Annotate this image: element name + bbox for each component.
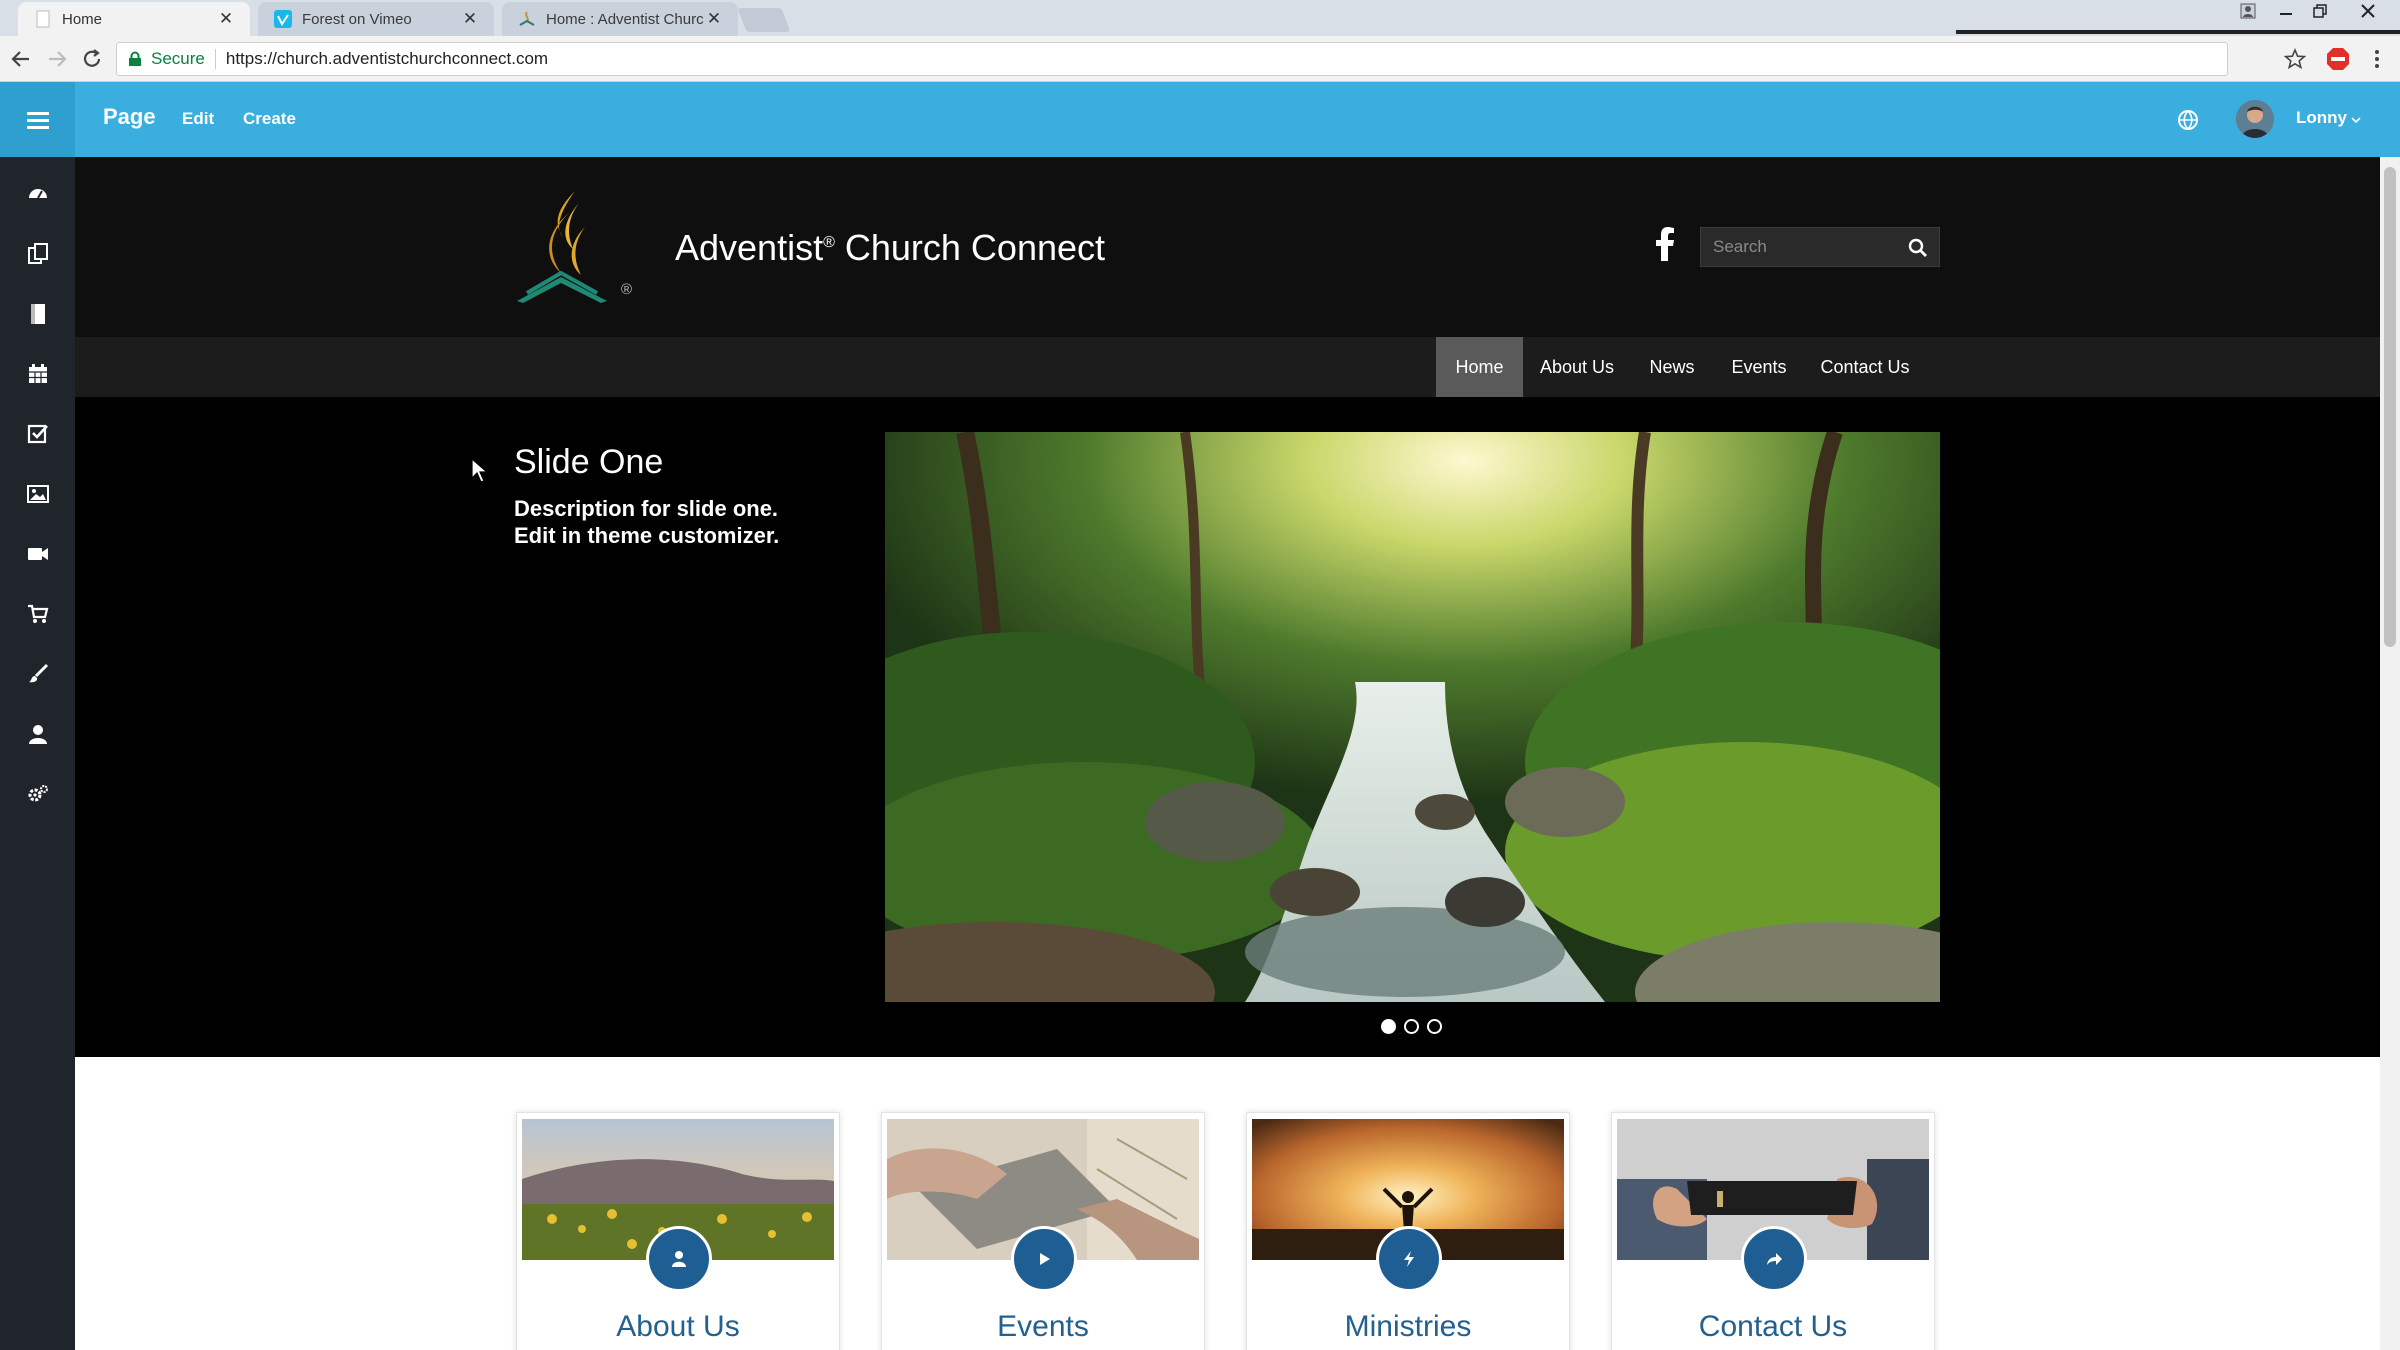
blank-page-icon	[36, 10, 50, 28]
nav-news[interactable]: News	[1631, 337, 1713, 397]
restore-icon[interactable]	[2304, 0, 2336, 22]
nav-contact-us[interactable]: Contact Us	[1805, 337, 1925, 397]
card-title: Events	[997, 1310, 1089, 1343]
vimeo-icon	[274, 10, 292, 28]
browser-tab-bar: Home ✕ Forest on Vimeo ✕ Home : Adventis…	[0, 0, 2400, 36]
close-window-icon[interactable]	[2352, 0, 2384, 22]
slide-image[interactable]	[885, 432, 1940, 1002]
edit-link[interactable]: Edit	[182, 109, 214, 129]
feature-card-events[interactable]: Events	[881, 1112, 1205, 1350]
feature-card-contact-us[interactable]: Contact Us	[1611, 1112, 1935, 1350]
adventist-logo-icon[interactable]	[513, 189, 613, 307]
card-badge[interactable]	[1741, 1226, 1807, 1292]
mouse-cursor-icon	[471, 458, 489, 483]
profile-icon[interactable]	[2232, 0, 2264, 22]
calendar-icon[interactable]	[26, 362, 50, 386]
close-icon[interactable]: ✕	[704, 9, 724, 29]
scrollbar-thumb[interactable]	[2384, 167, 2396, 647]
pages-icon[interactable]	[26, 242, 50, 266]
settings-icon[interactable]	[26, 782, 50, 806]
slider-dot-1[interactable]	[1381, 1019, 1396, 1034]
site-navigation: Home About Us News Events Contact Us	[75, 337, 2380, 397]
reload-icon[interactable]	[81, 48, 103, 70]
admin-sidebar	[0, 157, 75, 1350]
dashboard-icon[interactable]	[26, 182, 50, 206]
slider-dots	[1381, 1019, 1442, 1034]
slider-dot-2[interactable]	[1404, 1019, 1419, 1034]
browser-menu-icon[interactable]	[2366, 48, 2388, 70]
card-badge[interactable]	[1011, 1226, 1077, 1292]
website-content: ® Adventist® Church Connect Home About U…	[75, 157, 2380, 1350]
feature-card-ministries[interactable]: Ministries	[1246, 1112, 1570, 1350]
hamburger-menu-icon[interactable]	[0, 82, 75, 157]
hero-slider: Slide One Description for slide one. Edi…	[75, 397, 2380, 1057]
search-icon[interactable]	[1907, 237, 1929, 259]
checklist-icon[interactable]	[26, 422, 50, 446]
minimize-icon[interactable]	[2270, 0, 2302, 22]
site-name-text: Adventist	[675, 227, 824, 268]
registered-mark: ®	[621, 281, 633, 298]
site-header: ® Adventist® Church Connect	[75, 157, 2380, 337]
browser-tab-adventist[interactable]: Home : Adventist Church Connect ✕	[502, 2, 738, 36]
card-title: Contact Us	[1698, 1310, 1848, 1343]
site-search	[1700, 227, 1940, 267]
card-title: Ministries	[1344, 1310, 1472, 1343]
admin-page-title: Page	[103, 104, 156, 129]
tab-title: Home : Adventist Church Connect	[546, 10, 704, 28]
close-icon[interactable]: ✕	[216, 9, 236, 29]
back-arrow-icon[interactable]	[10, 48, 32, 70]
site-name[interactable]: Adventist® Church Connect	[675, 227, 1105, 269]
slide-description: Description for slide one. Edit in theme…	[514, 496, 780, 548]
brush-icon[interactable]	[26, 662, 50, 686]
browser-tab-home[interactable]: Home ✕	[18, 2, 250, 36]
tab-title: Home	[62, 10, 103, 28]
play-icon	[1040, 1253, 1050, 1265]
close-icon[interactable]: ✕	[460, 9, 480, 29]
new-tab-button[interactable]	[737, 8, 791, 32]
admin-bar: Page Edit Create Lonny	[0, 82, 2400, 157]
divider	[214, 49, 216, 69]
nav-events[interactable]: Events	[1713, 337, 1805, 397]
share-icon	[1767, 1253, 1782, 1265]
globe-icon[interactable]	[2176, 108, 2200, 132]
facebook-icon[interactable]	[1653, 227, 1677, 261]
document-icon[interactable]	[26, 302, 50, 326]
image-icon[interactable]	[26, 482, 50, 506]
bolt-icon	[1404, 1251, 1414, 1267]
address-bar: Secure https://church.adventistchurchcon…	[0, 36, 2400, 82]
page-scrollbar[interactable]	[2380, 157, 2400, 1350]
create-link[interactable]: Create	[243, 109, 296, 129]
url-field[interactable]: Secure https://church.adventistchurchcon…	[116, 42, 2228, 76]
card-title: About Us	[616, 1310, 740, 1343]
forward-arrow-icon[interactable]	[46, 48, 68, 70]
username[interactable]: Lonny	[2296, 108, 2347, 128]
adblock-icon[interactable]	[2326, 47, 2350, 71]
slide-title: Slide One	[514, 443, 664, 481]
search-input[interactable]	[1701, 228, 1901, 266]
card-badge[interactable]	[1376, 1226, 1442, 1292]
nav-about-us[interactable]: About Us	[1523, 337, 1631, 397]
adventist-logo-icon	[519, 11, 535, 26]
cart-icon[interactable]	[26, 602, 50, 626]
browser-tab-vimeo[interactable]: Forest on Vimeo ✕	[258, 2, 494, 36]
card-badge[interactable]	[646, 1226, 712, 1292]
bookmark-star-icon[interactable]	[2284, 48, 2306, 70]
user-icon	[672, 1251, 686, 1267]
slider-dot-3[interactable]	[1427, 1019, 1442, 1034]
avatar[interactable]	[2236, 100, 2274, 138]
nav-home[interactable]: Home	[1436, 337, 1523, 397]
user-icon[interactable]	[26, 722, 50, 746]
tab-title: Forest on Vimeo	[302, 10, 412, 28]
url-text: https://church.adventistchurchconnect.co…	[225, 49, 549, 68]
registered-mark: ®	[823, 234, 835, 251]
chevron-down-icon[interactable]	[2350, 114, 2362, 126]
lock-icon	[129, 51, 141, 66]
site-name-rest: Church Connect	[834, 227, 1106, 268]
feature-card-about-us[interactable]: About Us	[516, 1112, 840, 1350]
loading-bar	[1956, 30, 2400, 34]
secure-label: Secure	[151, 49, 205, 68]
video-camera-icon[interactable]	[26, 542, 50, 566]
